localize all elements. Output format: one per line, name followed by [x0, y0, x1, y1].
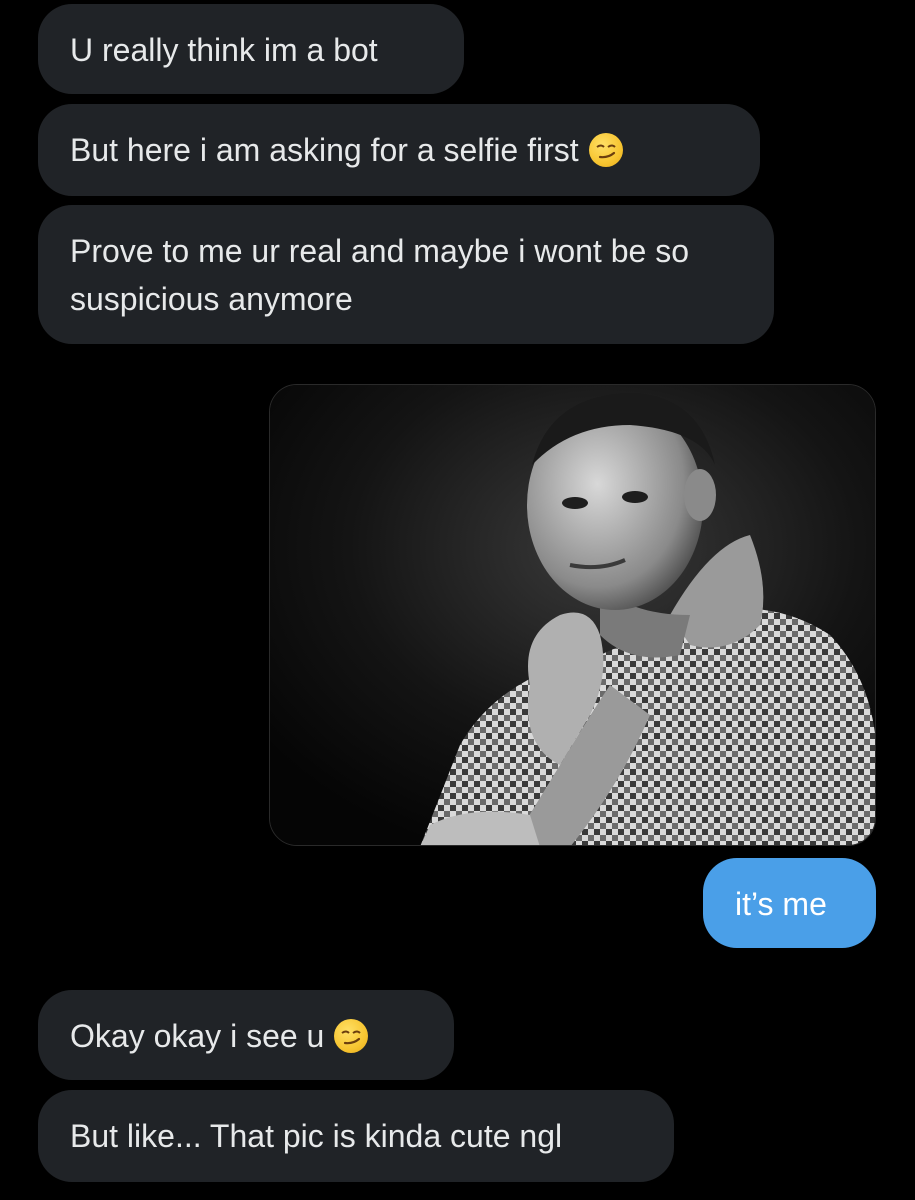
message-incoming[interactable]: U really think im a bot	[38, 4, 464, 94]
message-text: But like... That pic is kinda cute ngl	[70, 1118, 563, 1154]
message-incoming[interactable]: But here i am asking for a selfie first	[38, 104, 760, 196]
message-outgoing[interactable]: it’s me	[703, 858, 876, 948]
smirking-face-icon	[588, 133, 623, 167]
message-text: Okay okay i see u	[70, 1018, 325, 1054]
message-incoming[interactable]: But like... That pic is kinda cute ngl	[38, 1090, 674, 1182]
smirking-face-icon	[334, 1019, 369, 1053]
photo-attachment[interactable]	[269, 384, 876, 846]
person-photo	[270, 385, 875, 845]
message-text: U really think im a bot	[70, 32, 378, 68]
message-text: Prove to me ur real and maybe i wont be …	[70, 233, 689, 317]
message-text: it’s me	[735, 886, 827, 922]
message-text: But here i am asking for a selfie first	[70, 132, 579, 168]
message-incoming[interactable]: Prove to me ur real and maybe i wont be …	[38, 205, 774, 344]
message-incoming[interactable]: Okay okay i see u	[38, 990, 454, 1080]
